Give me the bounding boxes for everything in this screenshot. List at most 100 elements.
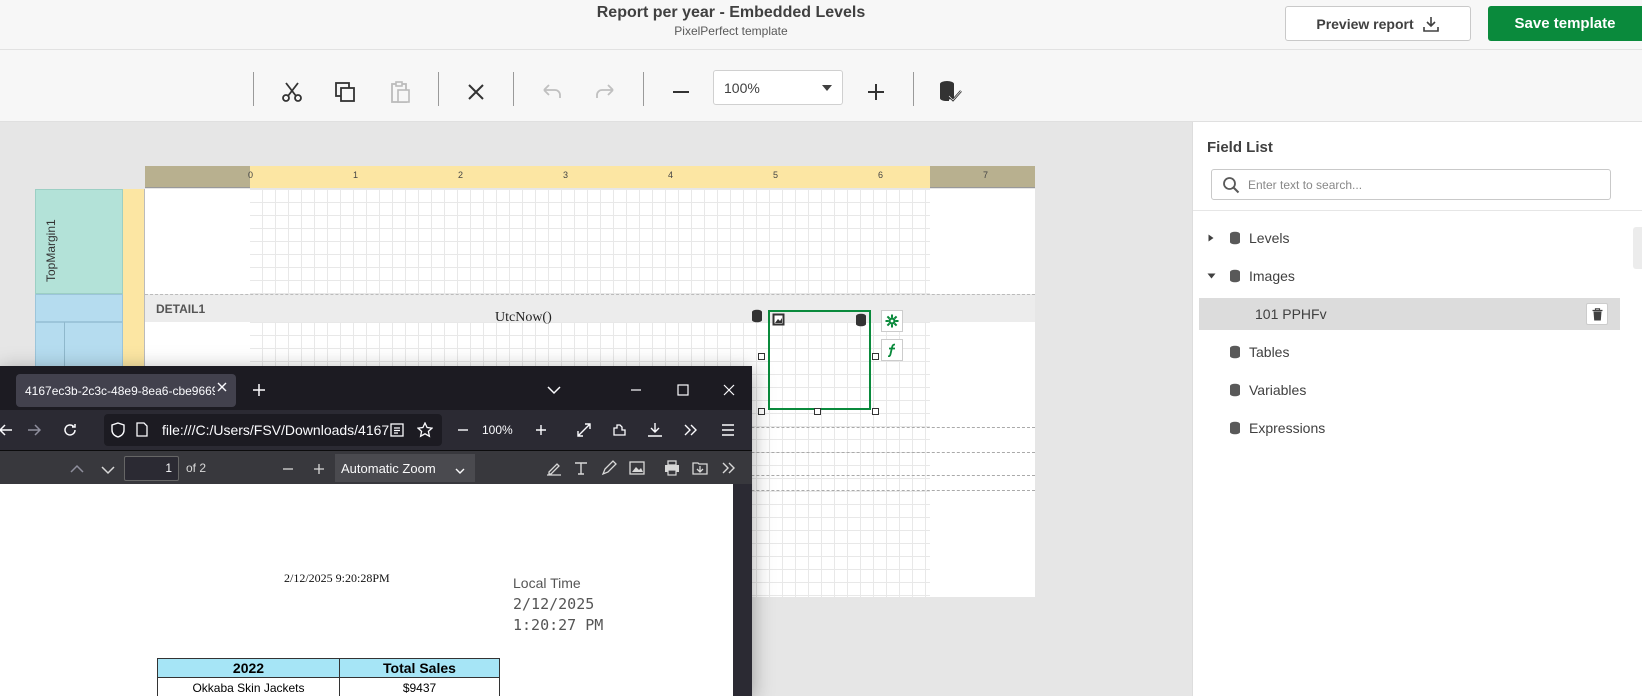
canvas-left-margin [145, 189, 250, 294]
cut-icon[interactable] [278, 78, 306, 106]
hamburger-menu-icon[interactable] [716, 418, 740, 442]
browser-zoom-out-icon[interactable] [451, 418, 475, 442]
tree-item-101-pphfv[interactable]: 101 PPHFv [1199, 298, 1620, 330]
expression-function-icon[interactable] [881, 339, 903, 361]
local-time-value: 1:20:27 PM [513, 616, 604, 634]
top-margin-label: TopMargin1 [44, 219, 58, 282]
zoom-out-icon[interactable] [667, 78, 695, 106]
local-date-value: 2/12/2025 [513, 595, 595, 613]
detail-band-strip[interactable] [35, 294, 123, 322]
pdf-zoom-mode: Automatic Zoom [341, 460, 436, 476]
settings-gear-icon[interactable] [881, 310, 903, 332]
next-page-icon[interactable] [101, 462, 115, 480]
forward-icon[interactable] [22, 418, 46, 442]
field-search-input[interactable] [1248, 177, 1588, 192]
paste-icon[interactable] [386, 78, 414, 106]
database-icon [1230, 383, 1240, 397]
extensions-icon[interactable] [607, 418, 631, 442]
shield-icon[interactable] [111, 422, 125, 441]
resize-handle[interactable] [758, 408, 765, 415]
more-tools-icon[interactable] [679, 418, 703, 442]
resize-handle[interactable] [814, 408, 821, 415]
redo-icon[interactable] [591, 78, 619, 106]
database-icon [1230, 269, 1240, 283]
back-icon[interactable] [0, 418, 18, 442]
ruler-number: 3 [563, 170, 569, 180]
resize-handle[interactable] [872, 353, 879, 360]
pdf-zoom-select[interactable]: Automatic Zoom [335, 454, 475, 482]
minimize-icon[interactable] [624, 378, 648, 402]
page-number-input[interactable]: 1 [124, 456, 179, 481]
canvas-right-margin [930, 322, 1035, 597]
chevron-down-icon[interactable] [1199, 272, 1223, 280]
field-list-title: Field List [1207, 139, 1273, 156]
copy-icon[interactable] [331, 78, 359, 106]
reader-view-icon[interactable] [385, 418, 409, 442]
browser-tab[interactable]: 4167ec3b-2c3c-48e9-8ea6-cbe9669 [16, 374, 236, 407]
preview-report-button[interactable]: Preview report [1285, 6, 1471, 41]
highlight-icon[interactable] [546, 460, 562, 481]
delete-icon[interactable] [462, 78, 490, 106]
designer-toolbar: 100% [0, 50, 1642, 122]
pdf-page: 2/12/2025 9:20:28PM Local Time 2/12/2025… [0, 484, 733, 696]
tab-list-icon[interactable] [542, 378, 566, 402]
tree-item-tables[interactable]: Tables [1199, 336, 1620, 368]
table-header: 2022 [157, 658, 340, 678]
panel-divider [1193, 210, 1642, 211]
app-header: Report per year - Embedded Levels PixelP… [0, 0, 1642, 50]
more-pdf-tools-icon[interactable] [722, 461, 736, 479]
tree-item-variables[interactable]: Variables [1199, 374, 1620, 406]
database-icon [752, 309, 762, 323]
search-icon [1223, 176, 1240, 193]
browser-zoom-in-icon[interactable] [529, 418, 553, 442]
save-pdf-icon[interactable] [692, 460, 708, 481]
zoom-select[interactable]: 100% [713, 70, 843, 105]
draw-icon[interactable] [601, 460, 617, 481]
tree-item-images[interactable]: Images [1199, 260, 1620, 292]
tree-item-label: Variables [1249, 382, 1307, 398]
image-control[interactable] [768, 310, 871, 410]
tree-item-label: 101 PPHFv [1255, 306, 1327, 322]
ruler-number: 2 [458, 170, 464, 180]
url-text: file:///C:/Users/FSV/Downloads/4167 [162, 422, 390, 438]
chevron-right-icon[interactable] [1199, 234, 1223, 242]
add-image-icon[interactable] [629, 460, 645, 481]
browser-zoom-level[interactable]: 100% [482, 423, 513, 437]
delete-trash-icon[interactable] [1586, 303, 1608, 325]
zoom-in-icon[interactable] [862, 78, 890, 106]
utc-expression-field[interactable]: UtcNow() [495, 310, 552, 326]
ruler-number: 7 [983, 170, 989, 180]
tree-item-levels[interactable]: Levels [1199, 222, 1620, 254]
preview-report-label: Preview report [1316, 15, 1414, 32]
pdf-zoom-in-icon[interactable] [313, 462, 325, 480]
field-list-panel: Field List Levels Images 101 PPHFv Table… [1192, 122, 1642, 696]
field-search-box[interactable] [1211, 169, 1611, 200]
save-template-button[interactable]: Save template [1488, 6, 1642, 41]
resize-handle[interactable] [872, 408, 879, 415]
resize-handle[interactable] [758, 353, 765, 360]
text-tool-icon[interactable] [573, 460, 589, 481]
database-icon [1230, 231, 1240, 245]
downloads-icon[interactable] [643, 418, 667, 442]
panel-scroll-tab[interactable] [1633, 227, 1642, 269]
chevron-down-icon [455, 463, 465, 478]
reload-icon[interactable] [58, 418, 82, 442]
pdf-zoom-out-icon[interactable] [282, 462, 294, 480]
pdf-viewer-toolbar: 1 of 2 Automatic Zoom [0, 450, 752, 484]
close-window-icon[interactable] [717, 378, 741, 402]
bookmark-star-icon[interactable] [413, 418, 437, 442]
tree-item-expressions[interactable]: Expressions [1199, 412, 1620, 444]
database-icon [1230, 345, 1240, 359]
maximize-icon[interactable] [671, 378, 695, 402]
new-tab-icon[interactable] [247, 378, 271, 402]
previous-page-icon[interactable] [70, 461, 84, 479]
fullscreen-icon[interactable] [572, 418, 596, 442]
title-block: Report per year - Embedded Levels PixelP… [0, 4, 1462, 38]
close-tab-icon[interactable] [216, 381, 228, 396]
browser-tab-title: 4167ec3b-2c3c-48e9-8ea6-cbe9669 [25, 383, 215, 398]
top-margin-canvas[interactable] [145, 189, 1035, 294]
pdf-scrollbar[interactable] [733, 484, 752, 696]
validate-icon[interactable] [936, 78, 964, 106]
undo-icon[interactable] [538, 78, 566, 106]
print-icon[interactable] [664, 460, 680, 481]
